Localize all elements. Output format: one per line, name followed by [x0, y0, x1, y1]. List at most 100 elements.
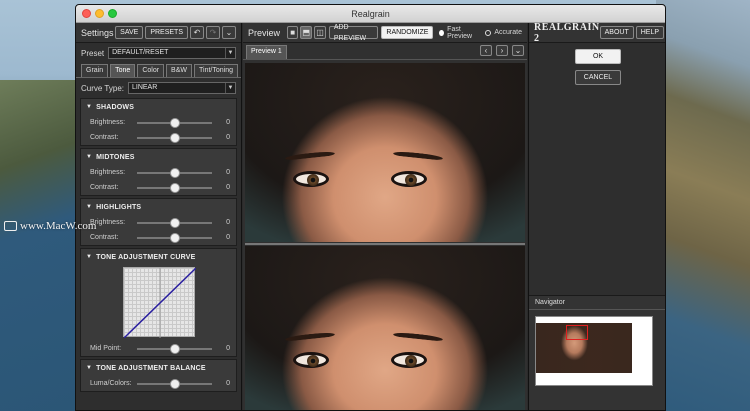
navigator-viewport-box[interactable]	[566, 325, 588, 340]
slider-row: Brightness: 0	[81, 165, 236, 180]
section-title: HIGHLIGHTS	[96, 203, 142, 211]
settings-tabs: Grain Tone Color B&W Tint/Toning	[76, 61, 241, 78]
slider-label: Brightness:	[90, 169, 126, 176]
about-button[interactable]: ABOUT	[599, 26, 634, 39]
zoom-window-button[interactable]	[108, 9, 117, 18]
tab-bw[interactable]: B&W	[166, 64, 192, 77]
slider-thumb[interactable]	[169, 117, 180, 128]
slider-track[interactable]	[137, 167, 212, 178]
section-header[interactable]: ▼ MIDTONES	[81, 149, 236, 165]
dropdown-arrow-icon: ▼	[225, 48, 235, 58]
slider-track[interactable]	[137, 117, 212, 128]
slider-value: 0	[226, 119, 230, 126]
slider-value: 0	[226, 380, 230, 387]
preset-row: Preset DEFAULT/RESET ▼	[76, 45, 241, 61]
title-bar: Realgrain	[76, 5, 665, 23]
slider-thumb[interactable]	[169, 182, 180, 193]
fast-preview-label: Fast Preview	[447, 25, 473, 40]
settings-panel: Settings SAVE PRESETS ↶ ↷ ⌄ Preset DEFAU…	[76, 23, 242, 410]
slider-thumb[interactable]	[169, 378, 180, 389]
section-header[interactable]: ▼ HIGHLIGHTS	[81, 199, 236, 215]
single-view-icon[interactable]: ■	[286, 26, 299, 39]
undo-icon[interactable]: ↶	[190, 26, 204, 39]
slider-thumb[interactable]	[169, 232, 180, 243]
highlights-section: ▼ HIGHLIGHTS Brightness: 0 Contrast: 0	[80, 198, 237, 246]
app-window: Realgrain Settings SAVE PRESETS ↶ ↷ ⌄ Pr…	[75, 4, 666, 411]
watermark-text: www.MacW.com	[20, 220, 97, 232]
tone-curve-graph[interactable]	[122, 267, 196, 338]
slider-label: Brightness:	[90, 119, 126, 126]
shadows-section: ▼ SHADOWS Brightness: 0 Contrast: 0	[80, 98, 237, 146]
slider-thumb[interactable]	[169, 167, 180, 178]
slider-track[interactable]	[137, 378, 212, 389]
preview-image-processed[interactable]	[245, 246, 525, 410]
close-window-button[interactable]	[82, 9, 91, 18]
accurate-label: Accurate	[494, 29, 522, 36]
curve-type-label: Curve Type:	[81, 83, 124, 93]
ok-button[interactable]: OK	[575, 49, 621, 64]
help-button[interactable]: HELP	[635, 26, 665, 39]
split-horizontal-icon[interactable]: ⬒	[300, 26, 313, 39]
slider-label: Luma/Colors:	[90, 380, 132, 387]
slider-track[interactable]	[137, 132, 212, 143]
cancel-button[interactable]: CANCEL	[575, 70, 621, 85]
preview-image-original[interactable]	[245, 63, 525, 242]
presets-button[interactable]: PRESETS	[145, 26, 188, 39]
accurate-radio[interactable]: Accurate	[485, 29, 522, 36]
tab-preview-1[interactable]: Preview 1	[246, 45, 287, 59]
add-preview-button[interactable]: ADD PREVIEW	[328, 24, 379, 42]
preset-value: DEFAULT/RESET	[112, 49, 169, 56]
tab-grain[interactable]: Grain	[81, 64, 109, 77]
randomize-button[interactable]: RANDOMIZE	[381, 26, 434, 39]
eyebrow-left	[284, 150, 336, 162]
tone-curve-section: ▼ TONE ADJUSTMENT CURVE Mid Point: 0	[80, 248, 237, 357]
slider-track[interactable]	[137, 343, 212, 354]
realgrain-logo: REALGRAIN 2	[534, 21, 600, 44]
slider-track[interactable]	[137, 217, 212, 228]
section-header[interactable]: ▼ TONE ADJUSTMENT CURVE	[81, 249, 236, 265]
disclosure-triangle-icon: ▼	[86, 154, 93, 160]
slider-thumb[interactable]	[169, 343, 180, 354]
redo-icon[interactable]: ↷	[206, 26, 220, 39]
chevron-down-icon[interactable]: ⌄	[512, 45, 524, 56]
save-button[interactable]: SAVE	[115, 26, 144, 39]
chevron-right-icon[interactable]: ›	[496, 45, 508, 56]
navigator-thumbnail[interactable]	[535, 316, 653, 386]
slider-label: Mid Point:	[90, 345, 122, 352]
tab-tone[interactable]: Tone	[110, 64, 136, 77]
tone-balance-section: ▼ TONE ADJUSTMENT BALANCE Luma/Colors: 0	[80, 359, 237, 392]
tab-color[interactable]: Color	[137, 64, 165, 77]
tone-sections: ▼ SHADOWS Brightness: 0 Contrast: 0 ▼ MIDTON…	[76, 98, 241, 392]
tab-tint-toning[interactable]: Tint/Toning	[194, 64, 238, 77]
section-header[interactable]: ▼ SHADOWS	[81, 99, 236, 115]
slider-track[interactable]	[137, 232, 212, 243]
slider-label: Contrast:	[90, 234, 119, 241]
preset-label: Preset	[81, 48, 105, 58]
preview-nav-controls: ‹ › ⌄	[478, 45, 524, 56]
window-title: Realgrain	[351, 9, 390, 19]
section-title: MIDTONES	[96, 153, 135, 161]
midtones-section: ▼ MIDTONES Brightness: 0 Contrast: 0	[80, 148, 237, 196]
slider-value: 0	[226, 184, 230, 191]
split-divider[interactable]	[245, 243, 525, 245]
section-title: TONE ADJUSTMENT CURVE	[96, 253, 196, 261]
section-header[interactable]: ▼ TONE ADJUSTMENT BALANCE	[81, 360, 236, 376]
slider-track[interactable]	[137, 182, 212, 193]
eyebrow-right	[392, 150, 444, 162]
chevron-down-icon[interactable]: ⌄	[222, 26, 236, 39]
chevron-left-icon[interactable]: ‹	[480, 45, 492, 56]
slider-value: 0	[226, 134, 230, 141]
split-vertical-icon[interactable]: ◫	[314, 26, 326, 39]
preset-select[interactable]: DEFAULT/RESET ▼	[108, 47, 236, 59]
fast-preview-radio[interactable]: Fast Preview	[439, 26, 479, 40]
disclosure-triangle-icon: ▼	[86, 104, 93, 110]
slider-thumb[interactable]	[169, 132, 180, 143]
navigator-title: Navigator	[529, 296, 665, 310]
actions-panel: REALGRAIN 2 ABOUT HELP OK CANCEL Navigat…	[528, 21, 665, 410]
slider-thumb[interactable]	[169, 217, 180, 228]
minimize-window-button[interactable]	[95, 9, 104, 18]
slider-row: Luma/Colors: 0	[81, 376, 236, 391]
section-title: SHADOWS	[96, 103, 135, 111]
slider-value: 0	[226, 234, 230, 241]
curve-type-select[interactable]: LINEAR ▼	[127, 82, 236, 94]
